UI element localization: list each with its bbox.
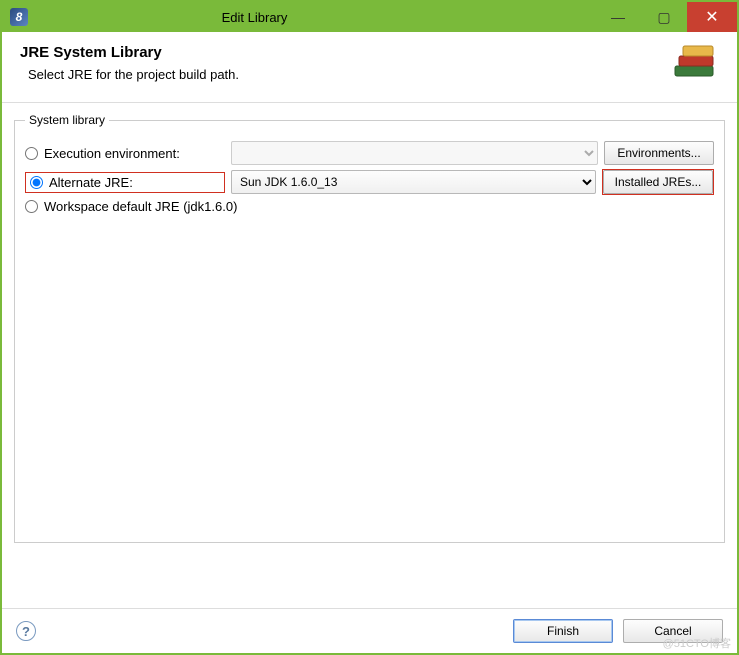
books-icon	[669, 44, 719, 86]
header-text: JRE System Library Select JRE for the pr…	[20, 44, 659, 86]
workspace-default-label: Workspace default JRE (jdk1.6.0)	[44, 199, 237, 214]
maximize-button[interactable]: ▢	[641, 2, 687, 32]
dialog-window: 8 Edit Library — ▢ ✕ JRE System Library …	[0, 0, 739, 655]
minimize-button[interactable]: —	[595, 2, 641, 32]
workspace-default-radio[interactable]: Workspace default JRE (jdk1.6.0)	[25, 199, 237, 214]
workspace-default-row: Workspace default JRE (jdk1.6.0)	[25, 199, 714, 214]
alternate-jre-highlight: Alternate JRE:	[25, 172, 225, 193]
window-title: Edit Library	[34, 10, 595, 25]
titlebar: 8 Edit Library — ▢ ✕	[2, 2, 737, 32]
environments-button[interactable]: Environments...	[604, 141, 714, 165]
alternate-jre-radio-input[interactable]	[30, 176, 43, 189]
installed-jres-button[interactable]: Installed JREs...	[603, 170, 713, 194]
watermark: @51CTO博客	[663, 635, 731, 651]
alternate-jre-radio[interactable]: Alternate JRE:	[30, 175, 220, 190]
page-title: JRE System Library	[20, 44, 659, 61]
installed-jres-highlight: Installed JREs...	[602, 169, 714, 195]
execution-environment-row: Execution environment: Environments...	[25, 141, 714, 165]
fieldset-legend: System library	[25, 113, 109, 127]
workspace-default-radio-input[interactable]	[25, 200, 38, 213]
window-controls: — ▢ ✕	[595, 2, 737, 32]
close-button[interactable]: ✕	[687, 2, 737, 32]
app-icon: 8	[10, 8, 28, 26]
execution-environment-label: Execution environment:	[44, 146, 180, 161]
alternate-jre-select[interactable]: Sun JDK 1.6.0_13	[231, 170, 596, 194]
alternate-jre-row: Alternate JRE: Sun JDK 1.6.0_13 Installe…	[25, 169, 714, 195]
content-pane: System library Execution environment: En…	[2, 103, 737, 608]
dialog-header: JRE System Library Select JRE for the pr…	[2, 32, 737, 103]
execution-environment-radio-input[interactable]	[25, 147, 38, 160]
execution-environment-radio[interactable]: Execution environment:	[25, 146, 225, 161]
alternate-jre-label: Alternate JRE:	[49, 175, 133, 190]
execution-environment-select[interactable]	[231, 141, 598, 165]
page-subtitle: Select JRE for the project build path.	[28, 67, 659, 82]
dialog-footer: ? Finish Cancel	[2, 608, 737, 653]
finish-button[interactable]: Finish	[513, 619, 613, 643]
help-icon[interactable]: ?	[16, 621, 36, 641]
system-library-fieldset: System library Execution environment: En…	[14, 113, 725, 543]
